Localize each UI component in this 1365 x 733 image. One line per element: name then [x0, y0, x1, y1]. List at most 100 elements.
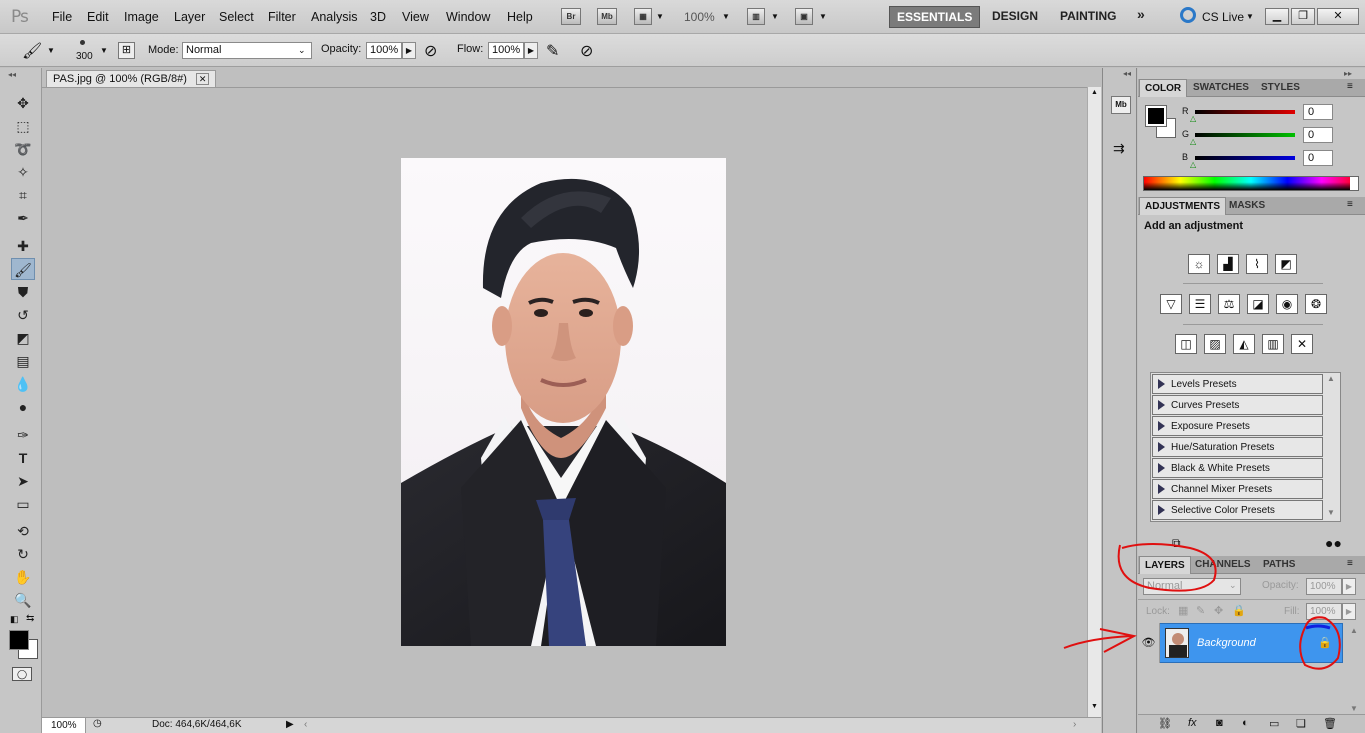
value-red[interactable]: 0 [1303, 104, 1333, 120]
document-tab[interactable]: PAS.jpg @ 100% (RGB/8#) ✕ [46, 70, 217, 87]
selective-color-icon[interactable]: ✕ [1291, 334, 1313, 354]
preset-channel-mixer[interactable]: Channel Mixer Presets [1152, 479, 1323, 499]
slider-handle-icon[interactable]: △ [1190, 160, 1196, 169]
close-button[interactable]: ✕ [1317, 8, 1359, 25]
expand-triangle-icon[interactable] [1158, 379, 1165, 389]
tab-adjustments[interactable]: ADJUSTMENTS [1139, 197, 1227, 215]
chevron-down-icon[interactable]: ▼ [771, 12, 779, 21]
more-workspaces-icon[interactable]: » [1137, 6, 1145, 22]
layer-opacity-slider-button[interactable]: ▶ [1342, 578, 1356, 595]
menu-filter[interactable]: Filter [268, 10, 296, 24]
expand-triangle-icon[interactable] [1158, 463, 1165, 473]
bridge-button[interactable]: Br [561, 8, 581, 25]
zoom-tool-icon[interactable]: 🔍 [11, 589, 35, 611]
crop-tool-icon[interactable]: ⌗ [11, 184, 35, 206]
healing-brush-tool-icon[interactable]: ✚ [11, 235, 35, 257]
dodge-tool-icon[interactable]: ● [11, 396, 35, 418]
chevron-down-icon[interactable]: ▼ [47, 46, 55, 55]
link-layers-icon[interactable]: ⛓ [1158, 717, 1172, 730]
lock-transparent-icon[interactable]: ▦ [1178, 604, 1188, 617]
new-group-icon[interactable]: ▭ [1269, 717, 1279, 730]
tab-channels[interactable]: CHANNELS [1190, 556, 1256, 574]
cs-live-label[interactable]: CS Live [1202, 10, 1244, 24]
scroll-left-icon[interactable]: ‹ [304, 719, 307, 730]
preset-curves[interactable]: Curves Presets [1152, 395, 1323, 415]
minibridge-button[interactable]: Mb [597, 8, 617, 25]
history-brush-tool-icon[interactable]: ↺ [11, 304, 35, 326]
add-mask-icon[interactable]: ◙ [1216, 717, 1223, 729]
new-adjustment-layer-icon[interactable]: ◐ [1242, 717, 1249, 729]
scroll-down-icon[interactable]: ▼ [1091, 703, 1098, 710]
lock-position-icon[interactable]: ✥ [1214, 604, 1223, 617]
brush-panel-icon[interactable]: ⊞ [118, 42, 135, 59]
vibrance-icon[interactable]: ▽ [1160, 294, 1182, 314]
lasso-tool-icon[interactable]: ➰ [11, 138, 35, 160]
layer-opacity-input[interactable]: 100% [1306, 578, 1342, 595]
marquee-tool-icon[interactable]: ⬚ [11, 115, 35, 137]
3d-orbit-tool-icon[interactable]: ↻ [11, 543, 35, 565]
airbrush-icon[interactable]: ✎ [546, 41, 559, 61]
color-spectrum-bar[interactable] [1143, 176, 1359, 191]
channel-mixer-icon[interactable]: ❂ [1305, 294, 1327, 314]
gradient-tool-icon[interactable]: ▤ [11, 350, 35, 372]
slider-handle-icon[interactable]: △ [1190, 137, 1196, 146]
scroll-down-icon[interactable]: ▼ [1327, 508, 1335, 517]
tab-paths[interactable]: PATHS [1258, 556, 1300, 574]
type-tool-icon[interactable]: T [11, 447, 35, 469]
exposure-icon[interactable]: ◩ [1275, 254, 1297, 274]
menu-edit[interactable]: Edit [87, 10, 109, 24]
menu-select[interactable]: Select [219, 10, 254, 24]
menu-help[interactable]: Help [507, 10, 533, 24]
brightness-contrast-icon[interactable]: ☼ [1188, 254, 1210, 274]
hand-tool-icon[interactable]: ✋ [11, 566, 35, 588]
tab-masks[interactable]: MASKS [1224, 197, 1270, 215]
expand-triangle-icon[interactable] [1158, 484, 1165, 494]
scroll-down-icon[interactable]: ▼ [1350, 704, 1358, 713]
preset-exposure[interactable]: Exposure Presets [1152, 416, 1323, 436]
quick-selection-tool-icon[interactable]: ✧ [11, 161, 35, 183]
expand-panels-icon[interactable]: ◂◂ [1123, 69, 1131, 78]
levels-icon[interactable]: ▟ [1217, 254, 1239, 274]
gradient-map-icon[interactable]: ▥ [1262, 334, 1284, 354]
value-green[interactable]: 0 [1303, 127, 1333, 143]
delete-layer-icon[interactable]: 🗑 [1323, 717, 1337, 730]
eyedropper-tool-icon[interactable]: ✒ [11, 207, 35, 229]
slider-blue[interactable] [1195, 156, 1295, 160]
blur-tool-icon[interactable]: 💧 [11, 373, 35, 395]
tab-styles[interactable]: STYLES [1256, 79, 1305, 97]
cs-live-icon[interactable] [1180, 7, 1196, 23]
invert-icon[interactable]: ◫ [1175, 334, 1197, 354]
tab-color[interactable]: COLOR [1139, 79, 1188, 97]
scroll-up-icon[interactable]: ▲ [1327, 374, 1335, 383]
brush-tool-preset-icon[interactable]: 🖌 [22, 41, 42, 61]
3d-rotate-tool-icon[interactable]: ⟲ [11, 520, 35, 542]
menu-image[interactable]: Image [124, 10, 159, 24]
status-info-icon[interactable]: ◷ [93, 718, 102, 729]
layer-row-background[interactable]: 👁 Background 🔒 [1138, 623, 1343, 663]
layer-style-icon[interactable]: fx [1188, 717, 1197, 729]
flow-input[interactable]: 100% [488, 42, 524, 59]
posterize-icon[interactable]: ▨ [1204, 334, 1226, 354]
swap-colors-icon[interactable]: ⇆ [26, 613, 34, 624]
pressure-size-icon[interactable]: ⊘ [580, 41, 593, 61]
pressure-opacity-icon[interactable]: ⊘ [424, 41, 437, 61]
workspace-design[interactable]: DESIGN [992, 9, 1038, 23]
workspace-essentials[interactable]: ESSENTIALS [889, 6, 981, 28]
expand-triangle-icon[interactable] [1158, 400, 1165, 410]
color-balance-icon[interactable]: ⚖ [1218, 294, 1240, 314]
screen-mode-icon[interactable]: ▣ [795, 8, 813, 25]
scroll-up-icon[interactable]: ▲ [1091, 89, 1098, 96]
fill-slider-button[interactable]: ▶ [1342, 603, 1356, 620]
layer-lock-icon[interactable]: 🔒 [1318, 636, 1332, 649]
slider-handle-icon[interactable]: △ [1190, 114, 1196, 123]
expand-triangle-icon[interactable] [1158, 421, 1165, 431]
value-blue[interactable]: 0 [1303, 150, 1333, 166]
menu-3d[interactable]: 3D [370, 10, 386, 24]
clone-stamp-tool-icon[interactable]: ⛊ [11, 281, 35, 303]
chevron-down-icon[interactable]: ▼ [656, 12, 664, 21]
chevron-down-icon[interactable]: ⌄ [1229, 580, 1237, 591]
chevron-down-icon[interactable]: ▼ [100, 46, 108, 55]
workspace-painting[interactable]: PAINTING [1060, 9, 1116, 23]
brush-tip-icon[interactable] [80, 40, 85, 45]
menu-file[interactable]: File [52, 10, 72, 24]
